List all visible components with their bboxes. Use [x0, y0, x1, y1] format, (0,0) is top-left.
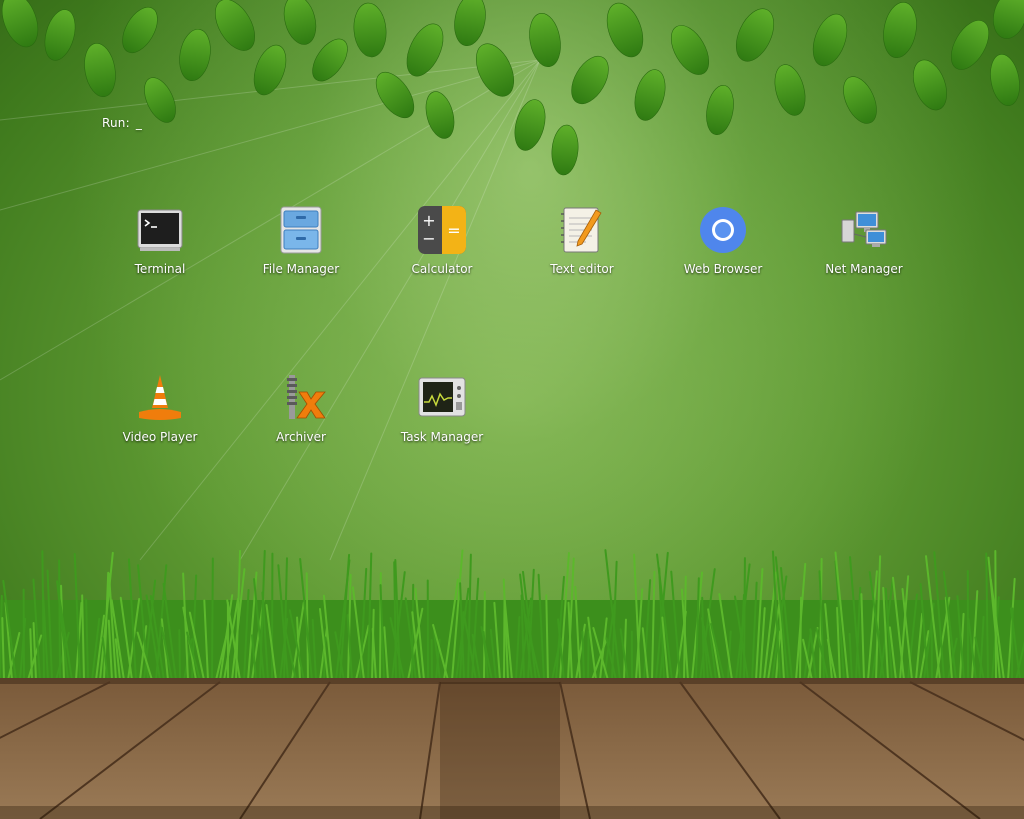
chromium-icon [700, 207, 746, 253]
svg-text:=: = [447, 221, 460, 240]
app-label: Calculator [411, 262, 473, 276]
grass-blade [411, 583, 415, 680]
grass-blade [58, 559, 61, 680]
grass-blade [178, 629, 181, 680]
app-label: Terminal [134, 262, 186, 276]
desktop: Run: _ Terminal File Manager + − = Calcu… [0, 0, 1024, 819]
grass-strip [0, 549, 1024, 680]
app-calculator[interactable]: + − = Calculator [382, 204, 502, 294]
app-file-manager[interactable]: File Manager [241, 204, 361, 294]
run-command-prompt[interactable]: Run: _ [102, 116, 142, 130]
archive-zipper-icon [287, 375, 326, 419]
app-label: Archiver [276, 430, 326, 444]
leaf-canopy [1, 0, 1024, 176]
calculator-icon: + − = [418, 206, 466, 254]
app-net-manager[interactable]: Net Manager [804, 204, 924, 294]
grass-blade [587, 630, 590, 680]
app-label: Net Manager [825, 262, 903, 276]
grass-blade [211, 557, 214, 680]
app-terminal[interactable]: Terminal [100, 204, 220, 294]
app-label: Video Player [122, 430, 198, 444]
app-web-browser[interactable]: Web Browser [663, 204, 783, 294]
wooden-floor [0, 678, 1024, 819]
svg-text:−: − [422, 229, 435, 248]
notepad-pencil-icon [561, 207, 602, 253]
text-cursor: _ [135, 116, 143, 130]
app-archiver[interactable]: Archiver [241, 372, 361, 462]
app-label: File Manager [262, 262, 340, 276]
terminal-icon [137, 209, 183, 251]
file-cabinet-icon [280, 206, 322, 254]
traffic-cone-icon [139, 375, 181, 420]
system-monitor-icon [418, 377, 466, 417]
network-computers-icon [841, 211, 887, 247]
grass-blade [799, 596, 803, 680]
run-label: Run: [102, 116, 130, 130]
app-label: Web Browser [683, 262, 763, 276]
app-text-editor[interactable]: Text editor [522, 204, 642, 294]
svg-text:+: + [422, 211, 435, 230]
app-label: Text editor [550, 262, 614, 276]
app-label: Task Manager [400, 430, 484, 444]
app-video-player[interactable]: Video Player [100, 372, 220, 462]
app-task-manager[interactable]: Task Manager [382, 372, 502, 462]
